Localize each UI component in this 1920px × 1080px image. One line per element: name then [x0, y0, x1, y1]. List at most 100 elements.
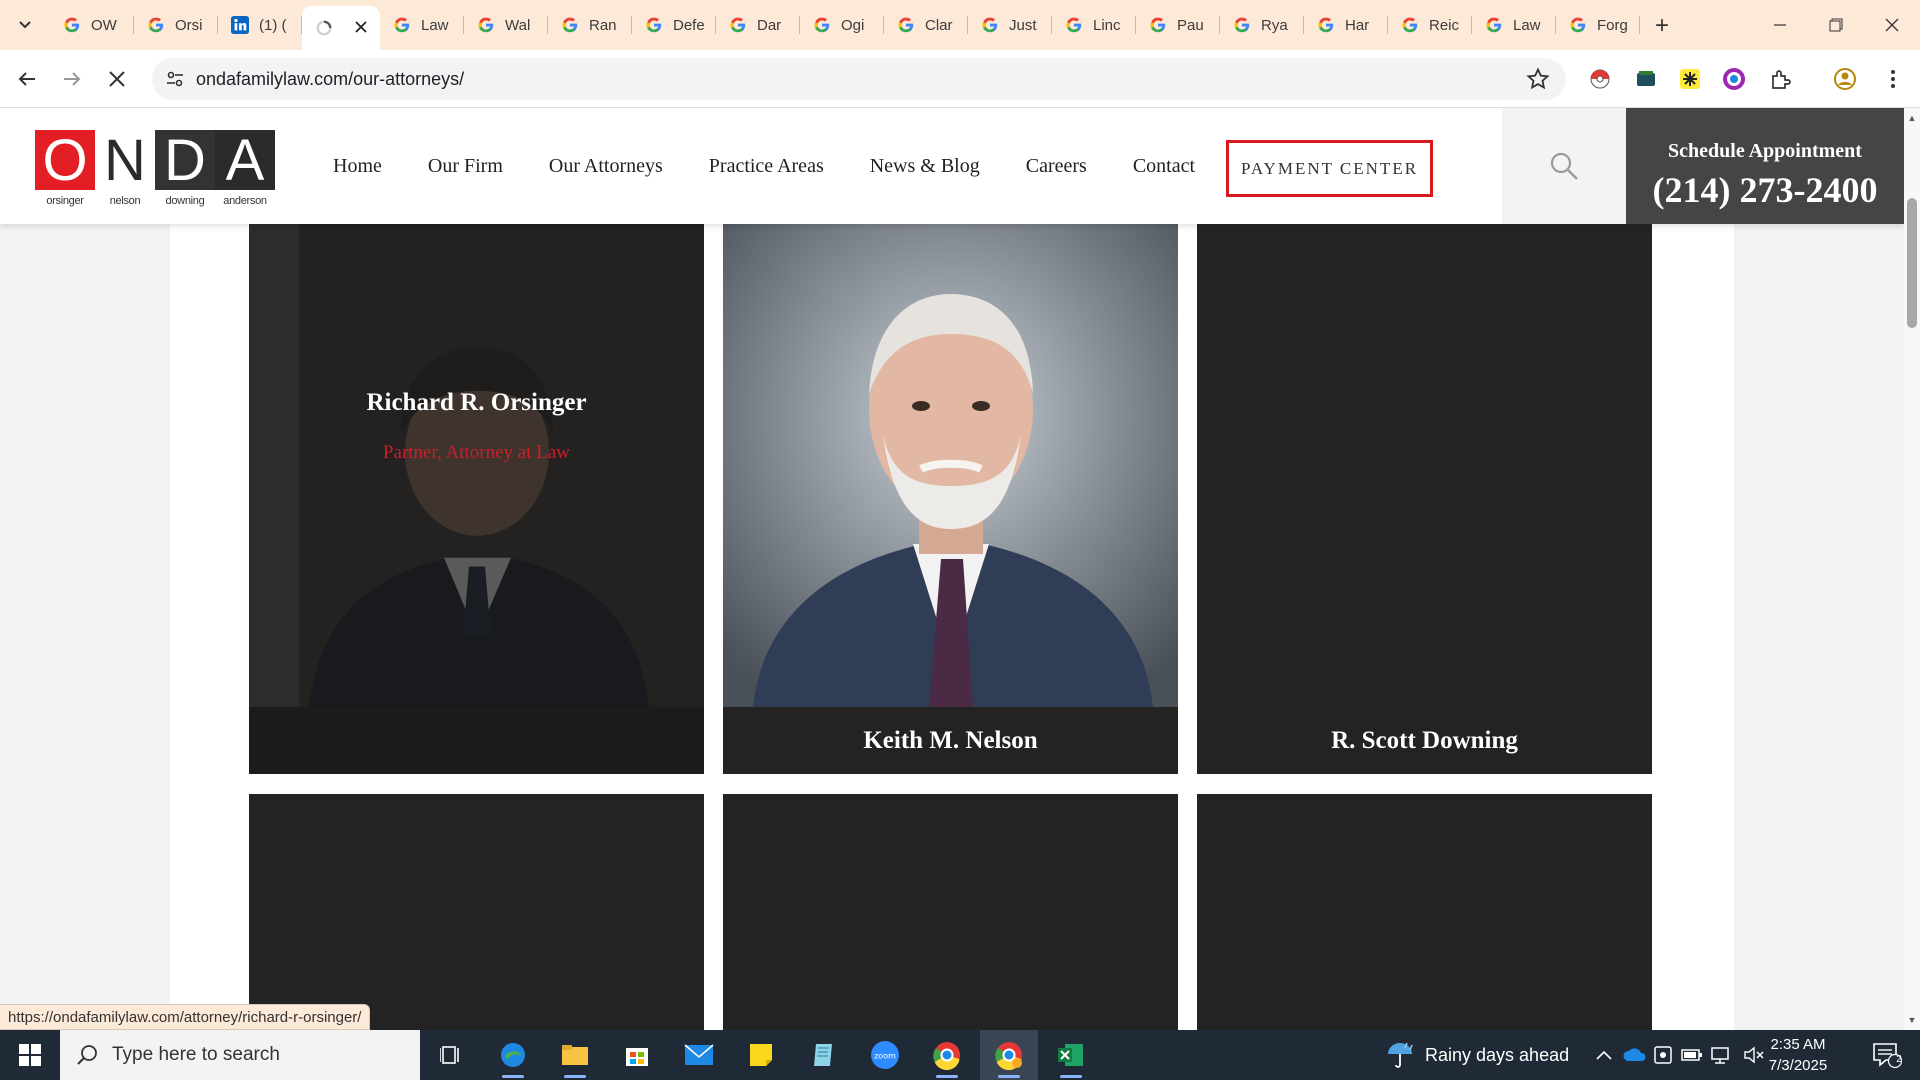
site-header: O N D A orsinger nelson downing anderson… — [0, 108, 1904, 224]
browser-tab[interactable]: Har — [1304, 6, 1388, 44]
logo-letter: N — [95, 128, 155, 193]
address-bar[interactable]: ondafamilylaw.com/our-attorneys/ — [152, 58, 1566, 100]
page-scrollbar[interactable]: ▲ ▼ — [1904, 108, 1920, 1030]
scroll-up-arrow-icon[interactable]: ▲ — [1907, 112, 1917, 124]
browser-tab[interactable]: Just — [968, 6, 1052, 44]
browser-tab[interactable]: Rya — [1220, 6, 1304, 44]
browser-tab[interactable]: Orsi — [134, 6, 218, 44]
wallet-extension-icon[interactable] — [1633, 66, 1659, 92]
clock-date: 7/3/2025 — [1768, 1057, 1828, 1074]
site-info-button[interactable] — [162, 66, 188, 92]
browser-tab[interactable] — [302, 6, 380, 50]
browser-tab[interactable]: (1) ( — [218, 6, 302, 44]
meet-now-icon[interactable] — [1649, 1030, 1677, 1080]
file-explorer-icon[interactable] — [546, 1030, 604, 1080]
tab-title: Har — [1345, 16, 1370, 34]
scrollbar-thumb[interactable] — [1907, 198, 1917, 328]
excel-app-icon[interactable] — [1042, 1030, 1100, 1080]
attorney-card-placeholder[interactable] — [723, 794, 1178, 1030]
system-clock[interactable]: 2:35 AM 7/3/2025 — [1752, 1034, 1844, 1076]
nav-careers[interactable]: Careers — [1026, 155, 1087, 178]
color-picker-extension-icon[interactable] — [1721, 66, 1747, 92]
browser-tab[interactable]: Ran — [548, 6, 632, 44]
new-tab-button[interactable]: + — [1648, 12, 1676, 40]
back-button[interactable] — [10, 62, 44, 96]
payment-center-button[interactable]: PAYMENT CENTER — [1226, 140, 1433, 197]
search-icon — [1550, 152, 1578, 180]
notification-center-button[interactable]: 2 — [1862, 1030, 1912, 1080]
mail-icon[interactable] — [670, 1030, 728, 1080]
pokeball-extension-icon[interactable] — [1587, 66, 1613, 92]
tab-title: Ogi — [841, 16, 865, 34]
chrome-profile-browser-icon[interactable] — [980, 1030, 1038, 1080]
nav-practice-areas[interactable]: Practice Areas — [709, 155, 824, 178]
task-view-icon[interactable] — [422, 1030, 480, 1080]
browser-tab[interactable]: Law — [1472, 6, 1556, 44]
browser-toolbar: ondafamilylaw.com/our-attorneys/ — [0, 50, 1920, 108]
browser-tab[interactable]: Pau — [1136, 6, 1220, 44]
schedule-appointment-box[interactable]: Schedule Appointment (214) 273-2400 — [1626, 108, 1904, 224]
nav-contact[interactable]: Contact — [1133, 155, 1195, 178]
notepad-app-icon[interactable] — [794, 1030, 852, 1080]
start-button[interactable] — [0, 1030, 60, 1080]
restore-button[interactable] — [1808, 0, 1864, 50]
google-g-icon — [1400, 15, 1420, 35]
attorney-card-orsinger[interactable]: Richard R. Orsinger Partner, Attorney at… — [249, 224, 704, 774]
onedrive-cloud-icon[interactable] — [1620, 1030, 1648, 1080]
loading-icon — [314, 18, 334, 38]
logo-name: downing — [165, 195, 205, 207]
schedule-label: Schedule Appointment — [1668, 140, 1862, 162]
stop-loading-button[interactable] — [100, 62, 134, 96]
chrome-browser-icon[interactable] — [918, 1030, 976, 1080]
bookmark-star-icon[interactable] — [1526, 67, 1550, 91]
browser-tab[interactable]: Clar — [884, 6, 968, 44]
phone-number[interactable]: (214) 273-2400 — [1626, 169, 1904, 211]
microsoft-store-icon[interactable] — [608, 1030, 666, 1080]
weather-widget[interactable]: Rainy days ahead — [1385, 1030, 1569, 1080]
zoom-app-icon[interactable]: zoom — [856, 1030, 914, 1080]
windows-logo-icon — [19, 1044, 41, 1066]
nav-our-attorneys[interactable]: Our Attorneys — [549, 155, 663, 178]
close-window-button[interactable] — [1864, 0, 1920, 50]
taskbar-search-placeholder: Type here to search — [112, 1044, 280, 1065]
site-search-button[interactable] — [1502, 108, 1626, 224]
minimize-button[interactable] — [1752, 0, 1808, 50]
browser-menu-icon[interactable] — [1880, 66, 1906, 92]
browser-tab[interactable]: Wal — [464, 6, 548, 44]
attorney-card-placeholder[interactable] — [1197, 794, 1652, 1030]
google-g-icon — [1484, 15, 1504, 35]
browser-tab[interactable]: OW — [50, 6, 134, 44]
edge-browser-icon[interactable] — [484, 1030, 542, 1080]
battery-icon[interactable] — [1678, 1030, 1706, 1080]
profile-avatar-icon[interactable] — [1832, 66, 1858, 92]
forward-button[interactable] — [55, 62, 89, 96]
nav-news-blog[interactable]: News & Blog — [870, 155, 980, 178]
google-g-icon — [392, 15, 412, 35]
attorney-card-nelson[interactable]: Keith M. Nelson — [723, 224, 1178, 774]
browser-tab[interactable]: Forg — [1556, 6, 1640, 44]
network-icon[interactable] — [1707, 1030, 1735, 1080]
taskbar-search-box[interactable]: Type here to search — [60, 1030, 420, 1080]
browser-tab[interactable]: Linc — [1052, 6, 1136, 44]
browser-tab[interactable]: Dar — [716, 6, 800, 44]
browser-tab-strip: OW Orsi (1) (Law Wal Ran Defe Dar Ogi Clar Just Li… — [0, 0, 1920, 50]
browser-tab[interactable]: Law — [380, 6, 464, 44]
close-tab-icon[interactable] — [352, 18, 370, 36]
browser-tab[interactable]: Ogi — [800, 6, 884, 44]
scroll-down-arrow-icon[interactable]: ▼ — [1907, 1014, 1917, 1026]
tab-title: Pau — [1177, 16, 1204, 34]
attorney-card-downing[interactable]: R. Scott Downing — [1197, 224, 1652, 774]
browser-tab[interactable]: Reic — [1388, 6, 1472, 44]
tab-title: Dar — [757, 16, 782, 34]
sticky-notes-icon[interactable] — [732, 1030, 790, 1080]
tab-title: OW — [91, 16, 117, 34]
extensions-puzzle-icon[interactable] — [1767, 66, 1793, 92]
tab-search-button[interactable] — [8, 10, 42, 40]
attorney-card-placeholder[interactable] — [249, 794, 704, 1030]
show-hidden-icons-chevron-up-icon[interactable] — [1590, 1030, 1618, 1080]
nav-our-firm[interactable]: Our Firm — [428, 155, 503, 178]
browser-tab[interactable]: Defe — [632, 6, 716, 44]
onda-logo[interactable]: O N D A orsinger nelson downing anderson — [35, 128, 277, 212]
asterisk-extension-icon[interactable] — [1677, 66, 1703, 92]
nav-home[interactable]: Home — [333, 155, 382, 178]
